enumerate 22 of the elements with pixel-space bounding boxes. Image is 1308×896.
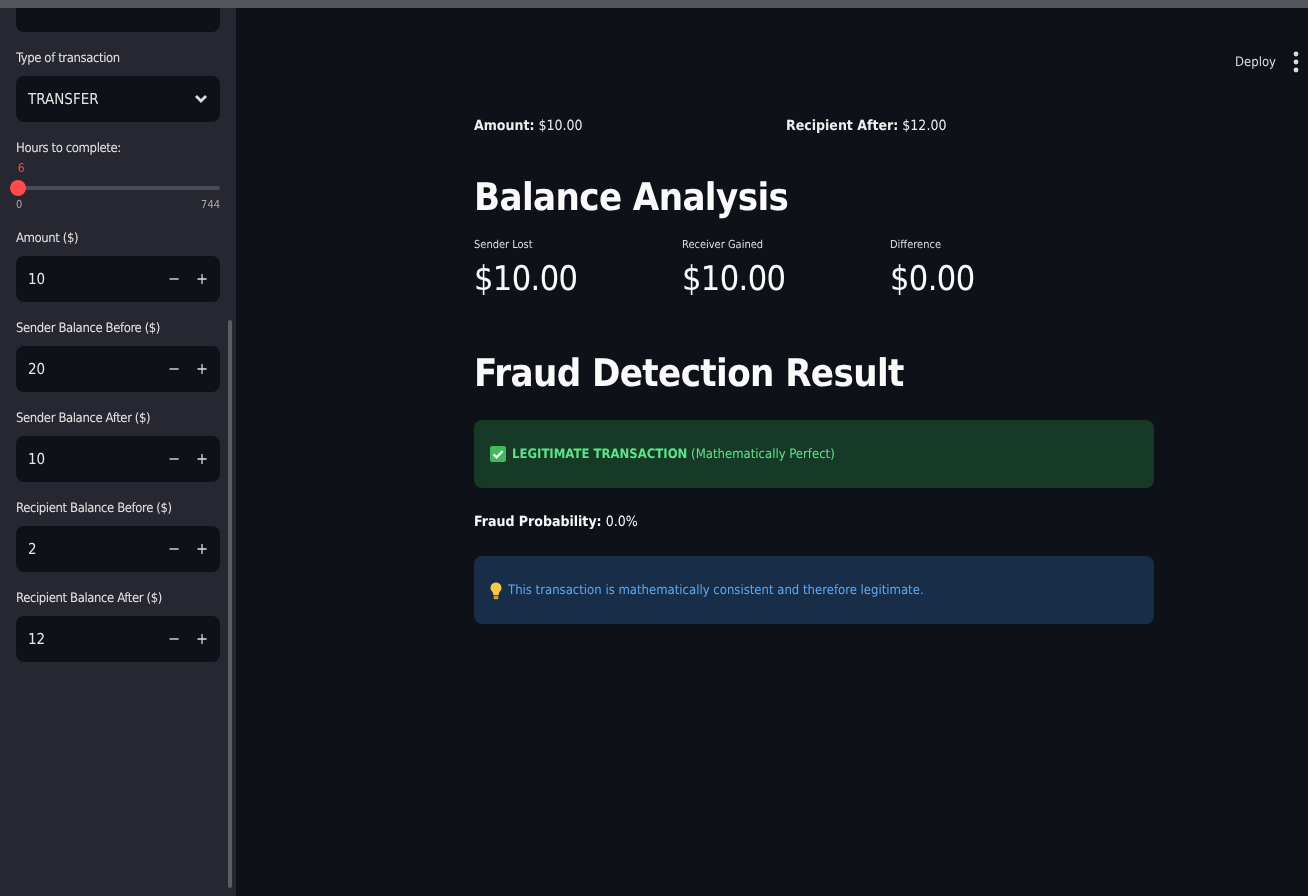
metric-value: $10.00 [682,260,788,300]
check-box-icon [490,446,506,462]
chevron-down-icon [194,94,208,104]
metric-value: $0.00 [890,260,977,300]
section-heading: Fraud Detection Result [474,352,906,396]
decrement-button[interactable]: − [167,540,180,558]
increment-button[interactable]: + [195,630,208,648]
decrement-button[interactable]: − [167,630,180,648]
slider-thumb[interactable] [9,180,26,196]
metric-value: $10.00 [474,260,580,300]
increment-button[interactable]: + [195,360,208,378]
increment-button[interactable]: + [195,450,208,468]
increment-button[interactable]: + [195,270,208,288]
increment-button[interactable]: + [195,540,208,558]
decrement-button[interactable]: − [167,360,180,378]
input-field[interactable] [16,8,220,32]
decrement-button[interactable]: − [167,450,180,468]
lightbulb-icon [490,581,502,599]
scrollbar[interactable] [228,320,232,888]
section-heading: Balance Analysis [474,176,791,220]
more-menu-icon[interactable] [1292,50,1300,74]
decrement-button[interactable]: − [167,270,180,288]
